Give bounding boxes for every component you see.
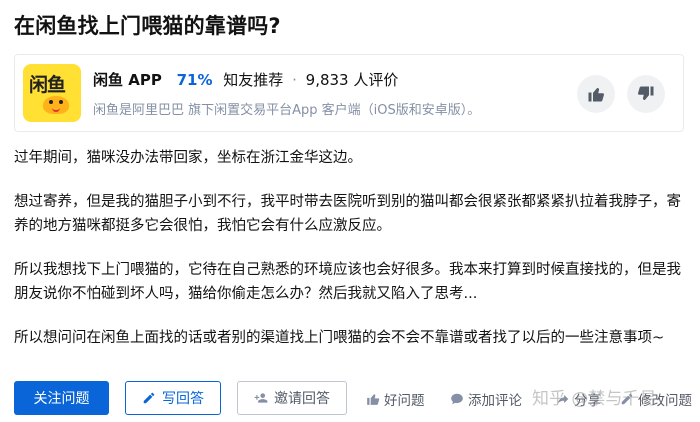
rating-count: 9,833 人评价	[305, 71, 399, 89]
paragraph: 过年期间，猫咪没办法带回家，坐标在浙江金华这边。	[14, 150, 362, 166]
vote-down-button[interactable]	[627, 75, 665, 113]
thumbs-up-icon	[588, 88, 604, 102]
watermark: 知乎 @禁与千易	[532, 389, 657, 409]
xianyu-logo: 闲鱼	[23, 64, 81, 122]
follow-question-button[interactable]: 关注问题	[14, 381, 109, 415]
app-description: 闲鱼是阿里巴巴 旗下闲置交易平台App 客户端（iOS版和安卓版）。	[93, 103, 481, 118]
write-answer-label: 写回答	[162, 391, 204, 407]
add-user-icon	[254, 393, 268, 403]
good-question-button[interactable]: 好问题	[366, 389, 425, 409]
mascot-icon	[43, 96, 69, 114]
invite-answer-label: 邀请回答	[274, 391, 330, 407]
separator-dot: ·	[292, 71, 297, 89]
thumbs-up-icon	[367, 394, 380, 405]
paragraph: 想过寄养，但是我的猫胆子小到不行，我平时带去医院听到别的猫叫都会很紧张都紧紧扒拉…	[14, 194, 681, 234]
add-comment-button[interactable]: 添加评论	[450, 389, 522, 409]
app-name: 闲鱼 APP	[93, 71, 162, 89]
thumbs-down-icon	[638, 86, 654, 100]
question-title: 在闲鱼找上门喂猫的靠谱吗?	[14, 14, 281, 38]
write-answer-button[interactable]: 写回答	[125, 381, 221, 415]
paragraph: 所以我想找下上门喂猫的，它待在自己熟悉的环境应该也会好很多。我本来打算到时候直接…	[14, 262, 681, 302]
recommend-label: 知友推荐	[223, 71, 284, 89]
invite-answer-button[interactable]: 邀请回答	[237, 381, 347, 415]
app-card[interactable]: 闲鱼 闲鱼 APP 71% 知友推荐 · 9,833 人评价 闲鱼是阿里巴巴 旗…	[14, 54, 684, 132]
add-comment-label: 添加评论	[468, 393, 522, 409]
pencil-icon	[143, 392, 155, 404]
good-question-label: 好问题	[384, 393, 425, 409]
comment-icon	[451, 393, 463, 405]
app-summary: 闲鱼 APP 71% 知友推荐 · 9,833 人评价	[93, 69, 398, 90]
recommend-percent: 71%	[176, 71, 213, 89]
paragraph: 所以想问问在闲鱼上面找的话或者别的渠道找上门喂猫的会不会不靠谱或者找了以后的一些…	[14, 330, 665, 346]
vote-up-button[interactable]	[577, 75, 615, 113]
logo-text: 闲鱼	[29, 74, 66, 96]
